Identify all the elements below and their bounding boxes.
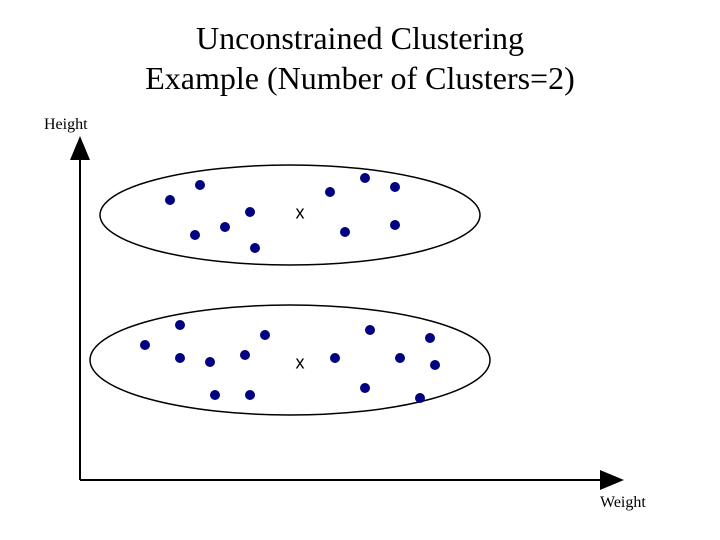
data-point [175,320,185,330]
data-point [365,325,375,335]
data-point [165,195,175,205]
data-point [245,207,255,217]
data-point [340,227,350,237]
data-point [140,340,150,350]
data-point [415,393,425,403]
data-point [260,330,270,340]
cluster-bottom-centroid-marker: x [296,353,305,374]
cluster-top-ellipse [100,165,480,265]
data-point [210,390,220,400]
data-point [205,357,215,367]
data-point [245,390,255,400]
data-point [360,173,370,183]
data-point [325,187,335,197]
data-point [195,180,205,190]
data-point [190,230,200,240]
data-point [425,333,435,343]
data-points [140,173,440,403]
data-point [395,353,405,363]
data-point [250,243,260,253]
data-point [240,350,250,360]
data-point [390,182,400,192]
data-point [175,353,185,363]
data-point [220,222,230,232]
cluster-top-centroid-marker: x [296,203,305,224]
cluster-bottom-ellipse [90,305,490,415]
axes [80,140,620,480]
scatter-plot [0,0,720,540]
data-point [430,360,440,370]
data-point [330,353,340,363]
data-point [360,383,370,393]
cluster-ellipses [90,165,490,415]
slide: Unconstrained Clustering Example (Number… [0,0,720,540]
data-point [390,220,400,230]
